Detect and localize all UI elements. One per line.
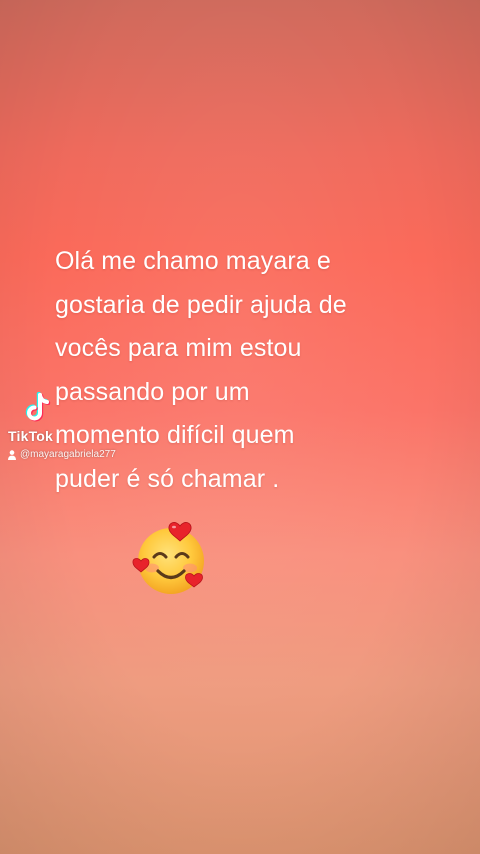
tiktok-watermark: TikTok @mayaragabriela277: [6, 392, 166, 472]
tiktok-user-row: @mayaragabriela277: [8, 449, 116, 460]
user-icon: [8, 449, 16, 460]
message-line: vocês para mim estou: [55, 334, 302, 362]
tiktok-logo-icon: [25, 392, 51, 422]
smiling-face-with-hearts-icon: [132, 522, 204, 594]
tiktok-username: @mayaragabriela277: [20, 449, 116, 460]
message-line: Olá me chamo mayara e: [55, 247, 331, 275]
message-line: gostaria de pedir ajuda de: [55, 290, 347, 319]
tiktok-video-frame: Olá me chamo mayara e gostaria de pedir …: [0, 0, 480, 854]
tiktok-brand-label: TikTok: [8, 428, 54, 444]
